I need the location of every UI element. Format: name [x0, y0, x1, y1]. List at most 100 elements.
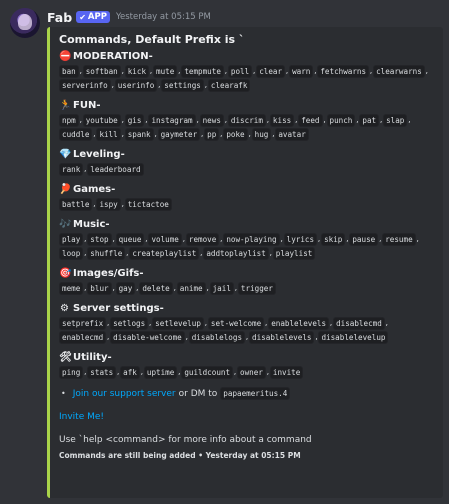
section-heading-label: Utility-: [73, 352, 112, 363]
command-code: battle: [59, 197, 93, 211]
command-code: uptime: [143, 365, 178, 379]
command-list: play, stop, queue, volume, remove, now-playin…: [59, 232, 435, 260]
section-emoji-icon: 💎: [59, 149, 72, 160]
section-emoji-icon: 🎯: [59, 268, 72, 279]
footer-text: Commands are still being added: [59, 451, 196, 460]
section-emoji-icon: 🏓: [59, 184, 72, 195]
section-music: 🎶 Music-play, stop, queue, volume, remove, now…: [59, 219, 435, 260]
section-leveling: 💎 Leveling-rank, leaderboard: [59, 149, 435, 176]
app-badge-label: APP: [87, 12, 107, 22]
command-list: battle, ispy, tictactoe: [59, 197, 435, 211]
section-heading: 🏃 FUN-: [59, 100, 435, 111]
command-code: resume: [382, 232, 416, 246]
command-separator: ,: [416, 234, 419, 243]
dm-handle: papaemeritus.4: [220, 387, 291, 400]
command-code: guildcount: [181, 365, 234, 379]
command-code: pat: [359, 113, 380, 127]
command-code: discrim: [227, 113, 266, 127]
command-code: poke: [223, 127, 248, 141]
command-code: rank: [59, 162, 84, 176]
command-code: warn: [289, 64, 314, 78]
section-emoji-icon: 🏃: [59, 100, 72, 111]
command-code: now-playing: [223, 232, 280, 246]
command-list: ping, stats, afk, uptime, guildcount, owner, i…: [59, 365, 435, 379]
command-code: shuffle: [87, 246, 126, 260]
section-heading: 🎶 Music-: [59, 219, 435, 230]
command-code: lyrics: [283, 232, 318, 246]
command-code: clearwarns: [373, 64, 425, 78]
command-sections: ⛔ MODERATION-ban, softban, kick, mute, tempmu…: [59, 51, 435, 379]
command-separator: ,: [112, 234, 115, 243]
section-heading-label: Images/Gifs-: [73, 268, 144, 279]
avatar[interactable]: [10, 8, 40, 38]
command-code: stop: [87, 232, 112, 246]
command-code: news: [199, 113, 224, 127]
support-or-text: or DM to: [178, 388, 218, 399]
section-emoji-icon: ⚙: [60, 303, 69, 314]
command-code: npm: [59, 113, 79, 127]
command-separator: ,: [323, 115, 326, 124]
message-timestamp[interactable]: Yesterday at 05:15 PM: [116, 12, 211, 22]
support-server-link[interactable]: Join our support server: [73, 389, 176, 399]
command-code: loop: [59, 246, 84, 260]
command-code: anime: [176, 281, 206, 295]
app-badge: ✔ APP: [76, 11, 110, 23]
embed-footer: Commands are still being added • Yesterd…: [59, 451, 435, 460]
command-code: mute: [153, 64, 178, 78]
section-heading: 🛠 Utility-: [59, 352, 435, 363]
section-heading-label: Games-: [73, 184, 116, 195]
command-code: settings: [161, 78, 204, 92]
command-code: slap: [383, 113, 408, 127]
command-code: delete: [139, 281, 173, 295]
command-list: npm, youtube, gis, instagram, news, discrim, k…: [59, 113, 435, 141]
help-embed: Commands, Default Prefix is ` ⛔ MODERATIO…: [47, 27, 443, 498]
command-code: hug: [251, 127, 272, 141]
section-images-gifs: 🎯 Images/Gifs-meme, blur, gay, delete, anime,…: [59, 268, 435, 295]
bot-message: Fab ✔ APP Yesterday at 05:15 PM Commands…: [0, 0, 449, 504]
bullet-dot: •: [61, 389, 66, 398]
command-code: disablelevelup: [318, 330, 389, 344]
command-code: pause: [349, 232, 379, 246]
command-code: ispy: [96, 197, 121, 211]
section-games: 🏓 Games-battle, ispy, tictactoe: [59, 184, 435, 211]
section-heading: 💎 Leveling-: [59, 149, 435, 160]
command-list: setprefix, setlogs, setlevelup, set-welcome…: [59, 316, 435, 344]
section-heading: 🏓 Games-: [59, 184, 435, 195]
command-code: queue: [115, 232, 145, 246]
section-utility: 🛠 Utility-ping, stats, afk, uptime, guildcoun…: [59, 352, 435, 379]
section-heading-label: Music-: [73, 219, 110, 230]
help-usage-text: Use `help <command> for more info about …: [59, 435, 312, 445]
command-code: owner: [237, 365, 266, 379]
command-code: skip: [321, 232, 346, 246]
command-code: tempmute: [181, 64, 224, 78]
command-separator: ,: [408, 115, 411, 124]
section-emoji-icon: 🛠: [59, 352, 72, 363]
command-code: gay: [115, 281, 136, 295]
command-code: kiss: [269, 113, 295, 127]
command-code: playlist: [272, 246, 316, 260]
command-code: set-welcome: [207, 316, 265, 330]
command-code: leaderboard: [87, 162, 144, 176]
section-emoji-icon: ⛔: [59, 51, 72, 62]
command-code: afk: [120, 365, 140, 379]
command-list: rank, leaderboard: [59, 162, 435, 176]
command-list: meme, blur, gay, delete, anime, jail, trigger: [59, 281, 435, 295]
command-code: trigger: [237, 281, 276, 295]
command-code: enablelevels: [268, 316, 330, 330]
command-code: pp: [204, 127, 220, 141]
invite-link[interactable]: Invite Me!: [59, 412, 435, 422]
command-code: setprefix: [59, 316, 107, 330]
command-code: stats: [87, 365, 117, 379]
command-separator: ,: [425, 66, 429, 75]
command-code: setlevelup: [152, 316, 204, 330]
command-code: play: [59, 232, 84, 246]
username[interactable]: Fab: [47, 10, 72, 25]
command-code: poll: [227, 64, 253, 78]
section-moderation: ⛔ MODERATION-ban, softban, kick, mute, tempmu…: [59, 51, 435, 92]
verified-check-icon: ✔: [79, 12, 86, 22]
command-code: userinfo: [114, 78, 158, 92]
command-code: avatar: [275, 127, 309, 141]
command-list: ban, softban, kick, mute, tempmute, poll, clea…: [59, 64, 435, 92]
command-code: ping: [59, 365, 84, 379]
command-code: youtube: [82, 113, 121, 127]
